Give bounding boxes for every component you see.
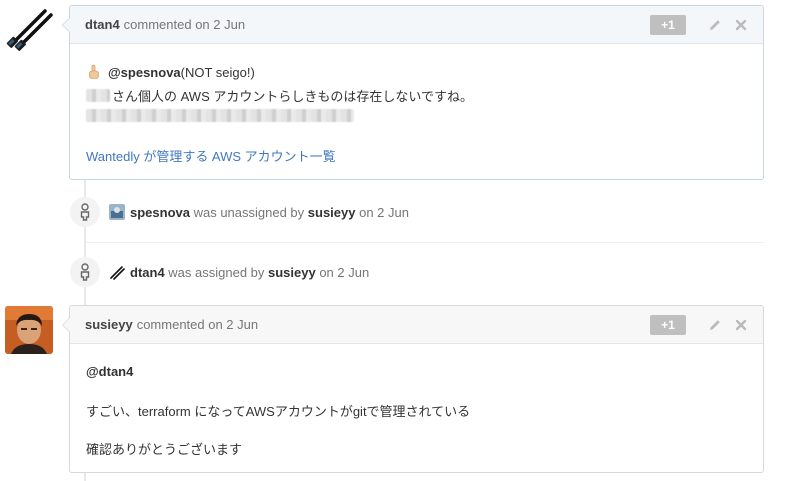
event-time[interactable]: on 2 Jun	[316, 265, 369, 280]
mention-suffix: (NOT seigo!)	[180, 64, 255, 80]
redacted-name	[86, 89, 110, 102]
pointing-up-emoji-icon	[86, 64, 102, 80]
comment-author[interactable]: susieyy	[85, 317, 133, 332]
event-time[interactable]: on 2 Jun	[355, 205, 409, 220]
redacted-url	[86, 109, 354, 122]
event-divider	[86, 242, 764, 243]
aws-accounts-link[interactable]: Wantedly が管理する AWS アカウント一覧	[86, 146, 336, 165]
comment-text: 確認ありがとうございます	[86, 442, 243, 457]
event-user[interactable]: dtan4	[130, 265, 165, 280]
plus-one-button[interactable]: +1	[650, 314, 686, 335]
pencil-icon[interactable]	[708, 318, 722, 332]
event-actor[interactable]: susieyy	[268, 265, 316, 280]
plus-one-button[interactable]: +1	[650, 14, 686, 35]
event-actor[interactable]: susieyy	[308, 205, 356, 220]
avatar-dtan4-small[interactable]	[109, 264, 125, 280]
comment-text: すごい、terraform になってAWSアカウントがgitで管理されている	[86, 404, 471, 419]
close-icon[interactable]	[734, 18, 748, 32]
event-action: was assigned by	[164, 264, 269, 280]
comment-dtan4: dtan4 commented on 2 Jun +1 @spesnova (N…	[62, 5, 764, 180]
comment-timestamp[interactable]: commented on 2 Jun	[137, 317, 258, 332]
comment-text: さん個人の AWS アカウントらしきものは存在しないですね。	[112, 89, 473, 104]
person-icon	[70, 197, 100, 227]
comment-timestamp[interactable]: commented on 2 Jun	[124, 17, 245, 32]
event-text: dtan4 was assigned by susieyy on 2 Jun	[130, 265, 369, 280]
avatar-dtan4[interactable]	[5, 5, 53, 53]
event-action: was unassigned by	[189, 204, 308, 220]
mention-line: @spesnova (NOT seigo!)	[86, 64, 255, 80]
comment-text-line: さん個人の AWS アカウントらしきものは存在しないですね。	[86, 86, 473, 105]
avatar-susieyy[interactable]	[5, 306, 53, 354]
event-text: spesnova was unassigned by susieyy on 2 …	[130, 205, 409, 220]
user-mention-link[interactable]: @spesnova	[108, 65, 181, 80]
avatar-spesnova[interactable]	[109, 204, 125, 220]
event-user[interactable]: spesnova	[130, 205, 190, 220]
comment-author[interactable]: dtan4	[85, 17, 120, 32]
close-icon[interactable]	[734, 318, 748, 332]
comment-actions: +1	[650, 14, 748, 35]
comment-susieyy: susieyy commented on 2 Jun +1 @dtan4 すごい…	[62, 305, 764, 473]
event-assigned: dtan4 was assigned by susieyy on 2 Jun	[70, 257, 764, 287]
pencil-icon[interactable]	[708, 18, 722, 32]
event-unassigned: spesnova was unassigned by susieyy on 2 …	[70, 197, 764, 227]
user-mention-link[interactable]: @dtan4	[86, 364, 133, 379]
comment-header: dtan4 commented on 2 Jun +1	[70, 6, 763, 44]
comment-actions: +1	[650, 314, 748, 335]
person-icon	[70, 257, 100, 287]
comment-header: susieyy commented on 2 Jun +1	[70, 306, 763, 344]
